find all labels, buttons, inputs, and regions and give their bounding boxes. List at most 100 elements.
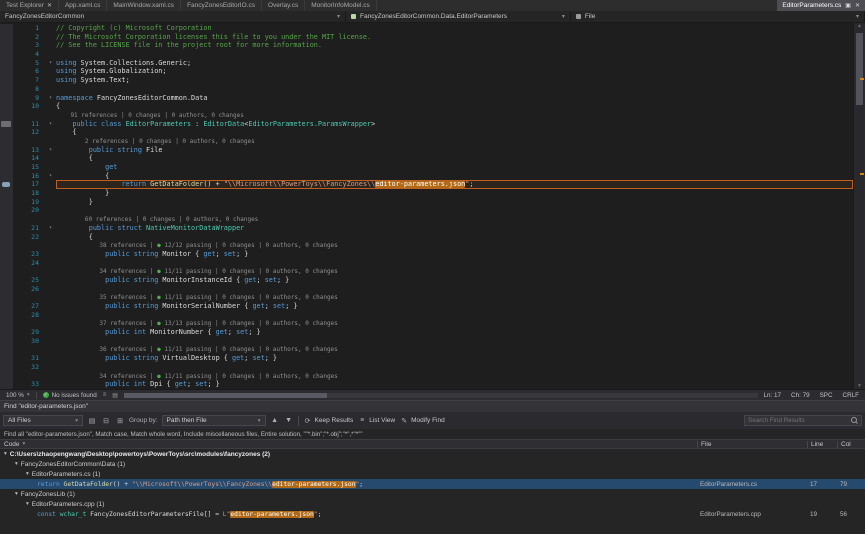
codelens-row[interactable]: 37 references | ● 13/13 passing | 0 chan… [0, 319, 853, 328]
fold-chevron-icon[interactable]: ▾ [45, 59, 56, 68]
margin-indicator-icon[interactable] [1, 121, 11, 127]
list-view-icon: ≡ [357, 417, 367, 424]
expander-icon[interactable]: ▾ [15, 491, 18, 497]
code-column-header[interactable]: Code ▾ [0, 441, 697, 448]
scroll-down-icon[interactable]: ▼ [854, 383, 865, 389]
fold-chevron-icon[interactable]: ▾ [45, 172, 56, 181]
scroll-up-icon[interactable]: ▲ [854, 23, 865, 29]
codelens-row[interactable]: 34 references | ● 11/11 passing | 0 chan… [0, 267, 853, 276]
close-icon[interactable]: ✕ [47, 2, 52, 9]
search-find-results-input[interactable] [748, 417, 849, 424]
codelens-row[interactable]: 36 references | ● 11/11 passing | 0 chan… [0, 345, 853, 354]
expander-icon[interactable]: ▾ [26, 471, 29, 477]
col-column-header[interactable]: Col [837, 441, 865, 448]
popout-icon[interactable]: ▣ [845, 2, 851, 9]
document-health-indicator[interactable]: ✓ No issues found [43, 392, 97, 399]
find-result-row[interactable]: return GetDataFolder() + "\\Microsoft\\P… [0, 479, 865, 489]
code-line-text: public class EditorParameters : EditorDa… [56, 120, 853, 129]
group-by-label: Group by: [129, 417, 158, 424]
document-tab[interactable]: MainWindow.xaml.cs [107, 0, 181, 11]
glyph-margin [0, 241, 13, 250]
collapse-all-icon[interactable]: ⊟ [101, 417, 111, 425]
expand-all-icon[interactable]: ⊞ [115, 417, 125, 425]
line-number: 32 [13, 363, 45, 372]
bookmark-icon[interactable] [2, 182, 10, 187]
less-grouping-icon[interactable]: ▼ [284, 417, 294, 424]
search-icon[interactable] [851, 417, 858, 424]
code-editor[interactable]: 1// Copyright (c) Microsoft Corporation2… [0, 23, 865, 389]
scrollbar-thumb[interactable] [124, 393, 327, 398]
document-tab-bar: Test Explorer✕ App.xaml.cs MainWindow.xaml… [0, 0, 865, 11]
codelens-row[interactable]: 60 references | 0 changes | 0 authors, 0… [0, 215, 853, 224]
lines-icon[interactable]: ≡ [103, 392, 107, 398]
glyph-margin [0, 94, 13, 103]
scrollbar-thumb[interactable] [856, 33, 863, 105]
document-tab[interactable]: FancyZonesEditorIO.cs [181, 0, 262, 11]
document-tab[interactable]: Test Explorer✕ [0, 0, 59, 11]
more-grouping-icon[interactable]: ▲ [270, 417, 280, 424]
type-dropdown[interactable]: FancyZonesEditorCommon.Data.EditorParame… [346, 11, 571, 22]
fold-margin [45, 259, 56, 268]
expander-icon[interactable]: ▾ [26, 501, 29, 507]
fold-chevron-icon[interactable]: ▾ [45, 120, 56, 129]
member-dropdown[interactable]: File ▾ [571, 11, 865, 22]
clear-results-icon[interactable]: ▤ [87, 417, 97, 425]
codelens-row[interactable]: 34 references | ● 11/11 passing | 0 chan… [0, 372, 853, 381]
grid-icon[interactable]: ▤ [112, 392, 118, 399]
project-dropdown[interactable]: FancyZonesEditorCommon ▾ [0, 11, 346, 22]
codelens-row[interactable]: 2 references | 0 changes | 0 authors, 0 … [0, 137, 853, 146]
column-indicator[interactable]: Ch: 79 [791, 392, 810, 399]
line-column-header[interactable]: Line [807, 441, 837, 448]
find-result-row[interactable]: ▾EditorParameters.cpp (1) [0, 499, 865, 509]
glyph-margin [0, 102, 13, 111]
fold-margin [45, 180, 56, 189]
list-view-button[interactable]: ≡ List View [357, 417, 395, 424]
line-number [13, 267, 45, 276]
code-rows: 1// Copyright (c) Microsoft Corporation2… [0, 24, 853, 389]
glyph-margin [0, 67, 13, 76]
code-line-text: 2 references | 0 changes | 0 authors, 0 … [56, 137, 853, 146]
code-line-text: // See the LICENSE file in the project r… [56, 41, 853, 50]
fold-chevron-icon[interactable]: ▾ [45, 224, 56, 233]
glyph-margin [0, 189, 13, 198]
modify-find-button[interactable]: ✎ Modify Find [399, 417, 445, 425]
document-tab[interactable]: Overlay.cs [262, 0, 305, 11]
filter-icon[interactable]: ▾ [23, 441, 26, 447]
editor-vertical-scrollbar[interactable]: ▲ ▼ [853, 23, 865, 389]
codelens-row[interactable]: 91 references | 0 changes | 0 authors, 0… [0, 111, 853, 120]
keep-results-button[interactable]: ⟳ Keep Results [303, 417, 354, 425]
find-results-title[interactable]: Find "editor-parameters.json" [0, 401, 865, 412]
codelens-row[interactable]: 38 references | ● 12/12 passing | 0 chan… [0, 241, 853, 250]
close-icon[interactable]: ✕ [855, 2, 860, 9]
glyph-margin [0, 276, 13, 285]
document-tab[interactable]: MonitorInfoModel.cs [305, 0, 377, 11]
find-result-row[interactable]: const wchar_t FancyZonesEditorParameters… [0, 509, 865, 519]
codelens-row[interactable]: 35 references | ● 11/11 passing | 0 chan… [0, 293, 853, 302]
code-line-text: } [56, 189, 853, 198]
code-line-text: namespace FancyZonesEditorCommon.Data [56, 94, 853, 103]
find-result-row[interactable]: ▾FancyZonesEditorCommon\Data (1) [0, 459, 865, 469]
eol-indicator[interactable]: CRLF [843, 392, 859, 399]
document-tab[interactable]: App.xaml.cs [59, 0, 107, 11]
fold-chevron-icon[interactable]: ▾ [45, 146, 56, 155]
group-by-dropdown[interactable]: Path then File ▾ [162, 415, 266, 426]
line-indicator[interactable]: Ln: 17 [764, 392, 782, 399]
active-document-tab[interactable]: EditorParameters.cs ▣ ✕ [777, 0, 865, 11]
editor-horizontal-scrollbar[interactable] [124, 393, 758, 398]
file-column-header[interactable]: File [697, 441, 807, 448]
scope-dropdown[interactable]: All Files ▾ [3, 415, 83, 426]
glyph-margin [0, 24, 13, 33]
find-result-row[interactable]: ▾EditorParameters.cs (1) [0, 469, 865, 479]
code-line-text: public int Dpi { get; set; } [56, 380, 853, 389]
zoom-control[interactable]: 100 % ▾ [6, 392, 30, 399]
fold-chevron-icon[interactable]: ▾ [45, 94, 56, 103]
document-tab-label: App.xaml.cs [65, 2, 100, 9]
find-result-row[interactable]: ▾FancyZonesLib (1) [0, 489, 865, 499]
expander-icon[interactable]: ▾ [15, 461, 18, 467]
expander-icon[interactable]: ▾ [4, 451, 7, 457]
code-row: 15 get [0, 163, 853, 172]
line-number [13, 215, 45, 224]
search-find-results-box[interactable] [744, 415, 862, 426]
space-mode-indicator[interactable]: SPC [820, 392, 833, 399]
find-result-row[interactable]: ▾C:\Users\zhaopengwang\Desktop\powertoys… [0, 449, 865, 459]
